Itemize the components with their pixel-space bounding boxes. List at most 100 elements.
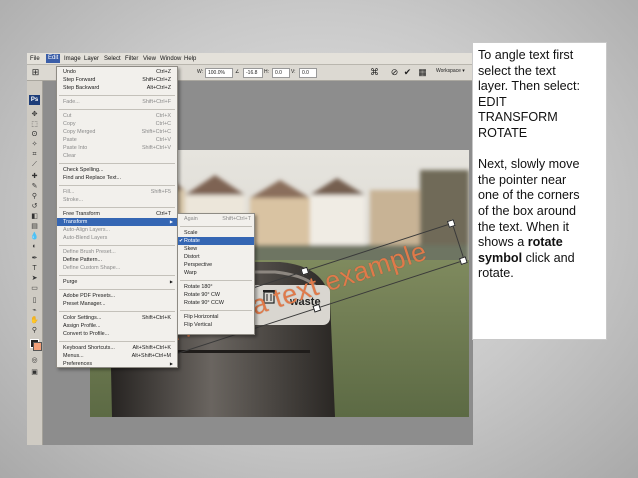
menu-separator (180, 280, 252, 281)
menu-item-fill[interactable]: Fill... Shift+F5 (57, 188, 177, 196)
dodge-tool-icon[interactable]: ◐ (30, 243, 39, 251)
menu-item-pdf-presets[interactable]: Adobe PDF Presets... (57, 292, 177, 300)
menu-item-auto-align[interactable]: Auto-Align Layers... (57, 226, 177, 234)
menu-item-flip-vertical[interactable]: Flip Vertical (178, 321, 254, 329)
menu-item-find-replace[interactable]: Find and Replace Text... (57, 174, 177, 182)
crop-tool-icon[interactable]: ⌗ (30, 151, 39, 159)
menu-window[interactable]: Window (160, 55, 181, 64)
cancel-transform-icon[interactable]: ⊘ (389, 67, 400, 78)
path-select-icon[interactable]: ➤ (30, 275, 39, 283)
menu-item-paste-into[interactable]: Paste Into Shift+Ctrl+V (57, 144, 177, 152)
menu-item-preferences[interactable]: Preferences ▶ (57, 360, 177, 367)
instruction-paragraph-2: Next, slowly move the pointer near one o… (478, 157, 602, 282)
menu-item-copy-merged[interactable]: Copy Merged Shift+Ctrl+C (57, 128, 177, 136)
angle-field[interactable]: -16.8 (243, 68, 263, 78)
marquee-tool-icon[interactable]: ⬚ (30, 121, 39, 129)
menu-edit[interactable]: Edit (46, 54, 61, 63)
menu-item-skew[interactable]: Skew (178, 245, 254, 253)
menu-item-stroke[interactable]: Stroke... (57, 196, 177, 204)
warp-mode-icon[interactable]: ⌘ (369, 67, 380, 78)
notes-tool-icon[interactable]: ▯ (30, 297, 39, 305)
lasso-tool-icon[interactable]: ʘ (30, 131, 39, 139)
menu-filter[interactable]: Filter (125, 55, 138, 64)
menu-separator (59, 275, 175, 276)
menu-item-define-pattern[interactable]: Define Pattern... (57, 256, 177, 264)
menu-image[interactable]: Image (64, 55, 81, 64)
menu-item-step-forward[interactable]: Step Forward Shift+Ctrl+Z (57, 76, 177, 84)
menu-help[interactable]: Help (184, 55, 196, 64)
menu-item-again[interactable]: Again Shift+Ctrl+T (178, 215, 254, 223)
menu-file[interactable]: File (30, 55, 40, 64)
instruction-line: of the box around (478, 203, 577, 218)
brush-tool-icon[interactable]: ✎ (30, 183, 39, 191)
stamp-tool-icon[interactable]: ⚲ (30, 193, 39, 201)
tool-preset-icon[interactable]: ⊞ (30, 67, 41, 78)
menu-separator (59, 185, 175, 186)
menu-item-check-spelling[interactable]: Check Spelling... (57, 166, 177, 174)
menu-item-convert-profile[interactable]: Convert to Profile... (57, 330, 177, 338)
menu-separator (59, 207, 175, 208)
instruction-line: TRANSFORM (478, 110, 558, 125)
width-field[interactable]: 100.0% (205, 68, 233, 78)
brush-icon[interactable]: ▦ (417, 67, 428, 78)
quick-mask-icon[interactable]: ◎ (30, 357, 39, 365)
menu-item-auto-blend[interactable]: Auto-Blend Layers (57, 234, 177, 242)
menu-item-rotate-90-cw[interactable]: Rotate 90° CW (178, 291, 254, 299)
menu-bar: File Edit Image Layer Select Filter View… (27, 53, 473, 65)
menu-layer[interactable]: Layer (84, 55, 99, 64)
zoom-tool-icon[interactable]: ⚲ (30, 327, 39, 335)
checkmark-icon: ✔ (179, 238, 184, 244)
menu-item-assign-profile[interactable]: Assign Profile... (57, 322, 177, 330)
commit-transform-icon[interactable]: ✔ (402, 67, 413, 78)
h-skew-field[interactable]: 0.0 (272, 68, 290, 78)
menu-separator (180, 226, 252, 227)
history-brush-icon[interactable]: ↺ (30, 203, 39, 211)
background-color-swatch[interactable] (33, 342, 42, 351)
menu-item-warp[interactable]: Warp (178, 269, 254, 277)
menu-view[interactable]: View (143, 55, 156, 64)
menu-item-color-settings[interactable]: Color Settings... Shift+Ctrl+K (57, 314, 177, 322)
type-tool-icon[interactable]: T (30, 265, 39, 273)
menu-item-copy[interactable]: Copy Ctrl+C (57, 120, 177, 128)
menu-item-distort[interactable]: Distort (178, 253, 254, 261)
menu-item-cut[interactable]: Cut Ctrl+X (57, 112, 177, 120)
menu-select[interactable]: Select (104, 55, 121, 64)
blur-tool-icon[interactable]: 💧 (30, 233, 39, 241)
menu-item-clear[interactable]: Clear (57, 152, 177, 160)
menu-item-free-transform[interactable]: Free Transform Ctrl+T (57, 210, 177, 218)
menu-item-rotate[interactable]: ✔ Rotate (178, 237, 254, 245)
hand-tool-icon[interactable]: ✋ (30, 317, 39, 325)
edit-menu: Undo Ctrl+Z Step Forward Shift+Ctrl+Z Step… (56, 66, 178, 368)
eyedropper-icon[interactable]: ⌁ (30, 307, 39, 315)
menu-item-define-shape[interactable]: Define Custom Shape... (57, 264, 177, 272)
gradient-tool-icon[interactable]: ▤ (30, 223, 39, 231)
screen-mode-icon[interactable]: ▣ (30, 369, 39, 377)
menu-item-scale[interactable]: Scale (178, 229, 254, 237)
menu-item-keyboard-shortcuts[interactable]: Keyboard Shortcuts... Alt+Shift+Ctrl+K (57, 344, 177, 352)
magic-wand-icon[interactable]: ✧ (30, 141, 39, 149)
menu-item-preset-manager[interactable]: Preset Manager... (57, 300, 177, 308)
w-label: W: (197, 69, 204, 75)
pen-tool-icon[interactable]: ✒ (30, 255, 39, 263)
menu-item-transform[interactable]: Transform ▶ (57, 218, 177, 226)
slice-tool-icon[interactable]: ⟋ (30, 161, 39, 169)
menu-item-rotate-90-ccw[interactable]: Rotate 90° CCW (178, 299, 254, 307)
workspace-button[interactable]: Workspace ▾ (436, 68, 465, 74)
shape-tool-icon[interactable]: ▭ (30, 285, 39, 293)
angle-icon: ∠ (235, 69, 240, 75)
menu-item-purge[interactable]: Purge ▶ (57, 278, 177, 286)
move-tool-icon[interactable]: ✥ (30, 111, 39, 119)
menu-item-rotate-180[interactable]: Rotate 180° (178, 283, 254, 291)
menu-item-undo[interactable]: Undo Ctrl+Z (57, 68, 177, 76)
eraser-tool-icon[interactable]: ◧ (30, 213, 39, 221)
menu-item-define-brush[interactable]: Define Brush Preset... (57, 248, 177, 256)
v-skew-field[interactable]: 0.0 (299, 68, 317, 78)
menu-item-menus[interactable]: Menus... Alt+Shift+Ctrl+M (57, 352, 177, 360)
menu-item-flip-horizontal[interactable]: Flip Horizontal (178, 313, 254, 321)
menu-item-perspective[interactable]: Perspective (178, 261, 254, 269)
menu-item-step-backward[interactable]: Step Backward Alt+Ctrl+Z (57, 84, 177, 92)
menu-item-paste[interactable]: Paste Ctrl+V (57, 136, 177, 144)
healing-brush-icon[interactable]: ✚ (30, 173, 39, 181)
menu-item-fade[interactable]: Fade... Shift+Ctrl+F (57, 98, 177, 106)
instruction-line: EDIT (478, 94, 507, 109)
